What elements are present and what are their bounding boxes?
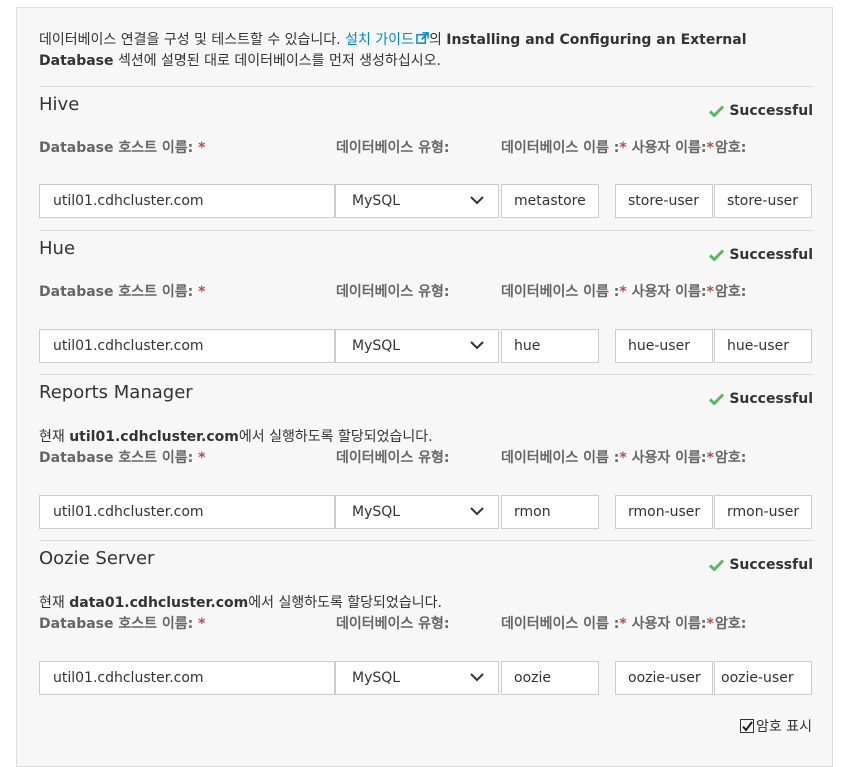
- connection-status: Successful: [709, 557, 813, 573]
- section-divider: [39, 86, 813, 87]
- password-input[interactable]: oozie-user: [714, 661, 812, 695]
- status-label: Successful: [729, 557, 813, 573]
- host-label: Database 호스트 이름: *: [39, 450, 206, 466]
- password-label: 암호:: [715, 450, 747, 466]
- intro-text: 데이터베이스 연결을 구성 및 테스트할 수 있습니다. 설치 가이드 의 Ins…: [39, 30, 819, 72]
- install-guide-link-label: 설치 가이드: [345, 32, 414, 48]
- section-title: Reports Manager: [39, 382, 193, 403]
- db-type-label: 데이터베이스 유형:: [336, 616, 450, 632]
- password-input[interactable]: hue-user: [714, 329, 812, 363]
- db-name-input[interactable]: oozie: [501, 661, 599, 695]
- chevron-down-icon: [470, 507, 484, 516]
- status-label: Successful: [729, 247, 813, 263]
- db-name-user-label: 데이터베이스 이름 :* 사용자 이름:*: [501, 140, 714, 156]
- password-input[interactable]: store-user: [714, 184, 812, 218]
- db-type-label: 데이터베이스 유형:: [336, 140, 450, 156]
- password-label: 암호:: [715, 140, 747, 156]
- check-icon: [709, 393, 725, 405]
- host-input[interactable]: util01.cdhcluster.com: [39, 495, 335, 529]
- check-icon: [709, 249, 725, 261]
- db-type-select[interactable]: MySQL: [335, 661, 499, 695]
- username-input[interactable]: rmon-user: [615, 495, 713, 529]
- status-label: Successful: [729, 103, 813, 119]
- username-input[interactable]: store-user: [615, 184, 713, 218]
- chevron-down-icon: [470, 673, 484, 682]
- section-title: Hive: [39, 94, 80, 115]
- show-password-label: 암호 표시: [756, 719, 812, 735]
- host-label: Database 호스트 이름: *: [39, 616, 206, 632]
- section-title: Hue: [39, 238, 76, 259]
- check-icon: [709, 559, 725, 571]
- host-label: Database 호스트 이름: *: [39, 140, 206, 156]
- assignment-note: 현재 util01.cdhcluster.com에서 실행하도록 할당되었습니다…: [39, 429, 433, 445]
- db-type-select[interactable]: MySQL: [335, 329, 499, 363]
- section-divider: [39, 230, 813, 231]
- intro-text-end: 섹션에 설명된 대로 데이터베이스를 먼저 생성하십시오.: [113, 53, 441, 69]
- show-password-checkbox[interactable]: [740, 719, 755, 733]
- connection-status: Successful: [709, 247, 813, 263]
- connection-status: Successful: [709, 391, 813, 407]
- external-link-icon: [416, 32, 429, 44]
- db-type-select[interactable]: MySQL: [335, 184, 499, 218]
- show-password-toggle[interactable]: 암호 표시: [740, 716, 812, 736]
- password-label: 암호:: [715, 616, 747, 632]
- chevron-down-icon: [470, 341, 484, 350]
- check-icon: [709, 105, 725, 117]
- password-label: 암호:: [715, 284, 747, 300]
- intro-text-before: 데이터베이스 연결을 구성 및 테스트할 수 있습니다.: [39, 32, 346, 48]
- checkmark-icon: [741, 720, 753, 732]
- host-input[interactable]: util01.cdhcluster.com: [39, 184, 335, 218]
- intro-text-after: 의: [428, 32, 447, 48]
- db-name-input[interactable]: rmon: [501, 495, 599, 529]
- username-input[interactable]: hue-user: [615, 329, 713, 363]
- chevron-down-icon: [470, 196, 484, 205]
- section-divider: [39, 540, 813, 541]
- db-name-input[interactable]: metastore: [501, 184, 599, 218]
- connection-status: Successful: [709, 103, 813, 119]
- host-input[interactable]: util01.cdhcluster.com: [39, 661, 335, 695]
- password-input[interactable]: rmon-user: [714, 495, 812, 529]
- install-guide-link[interactable]: 설치 가이드: [345, 32, 429, 48]
- db-type-label: 데이터베이스 유형:: [336, 284, 450, 300]
- db-type-label: 데이터베이스 유형:: [336, 450, 450, 466]
- section-title: Oozie Server: [39, 548, 155, 569]
- host-input[interactable]: util01.cdhcluster.com: [39, 329, 335, 363]
- db-type-select[interactable]: MySQL: [335, 495, 499, 529]
- db-name-user-label: 데이터베이스 이름 :* 사용자 이름:*: [501, 284, 714, 300]
- status-label: Successful: [729, 391, 813, 407]
- username-input[interactable]: oozie-user: [615, 661, 713, 695]
- db-name-user-label: 데이터베이스 이름 :* 사용자 이름:*: [501, 616, 714, 632]
- host-label: Database 호스트 이름: *: [39, 284, 206, 300]
- db-name-input[interactable]: hue: [501, 329, 599, 363]
- section-divider: [39, 374, 813, 375]
- db-name-user-label: 데이터베이스 이름 :* 사용자 이름:*: [501, 450, 714, 466]
- assignment-note: 현재 data01.cdhcluster.com에서 실행하도록 할당되었습니다…: [39, 595, 442, 611]
